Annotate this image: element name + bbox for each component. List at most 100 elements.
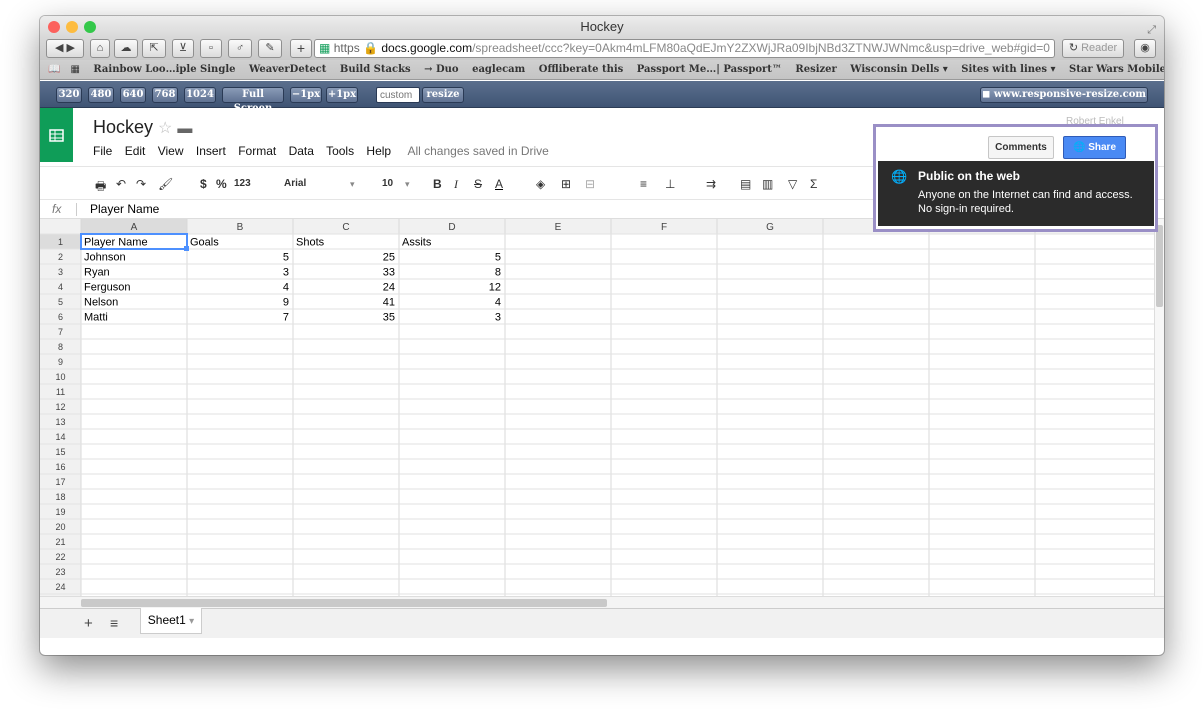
text-color-icon[interactable]: A [495,177,503,191]
horizontal-scroll-thumb[interactable] [81,599,607,607]
bookmark-icon[interactable]: ▫ [200,39,222,58]
back-forward-buttons[interactable]: ◀ ▶ [46,39,84,58]
zoom-window-button[interactable] [84,21,96,33]
chart-icon[interactable]: ▥ [762,177,773,191]
bookmark-item[interactable]: Passport Me…| Passport™ [637,64,782,75]
percent-format-button[interactable]: % [216,177,227,191]
sheet-tab[interactable]: Sheet1 ▾ [140,608,202,634]
vertical-scrollbar[interactable] [1154,219,1164,596]
menu-insert[interactable]: Insert [196,144,226,158]
column-header-E: E [555,222,562,233]
minus-1px-button[interactable]: −1px [290,87,322,103]
resize-button[interactable]: resize [422,87,464,103]
site-link[interactable]: ◼ www.responsive-resize.com [980,87,1148,103]
italic-icon[interactable]: I [454,177,458,192]
comment-icon[interactable]: ▤ [740,177,751,191]
menu-format[interactable]: Format [238,144,276,158]
bookmark-item[interactable]: Sites with lines ▾ [961,64,1055,75]
comments-button[interactable]: Comments [988,136,1054,159]
bookmark-item[interactable]: Rainbow Loo…iple Single [93,64,235,75]
cell-grid[interactable]: ABCDEFGHIJ123456789101112131415161718192… [40,219,1154,596]
print-icon[interactable]: 🖶 [95,177,106,198]
reader-button[interactable]: ↻ Reader [1062,39,1124,58]
formula-input[interactable]: Player Name [90,200,159,219]
sheets-logo-icon[interactable] [40,108,73,162]
share-label: Share [1088,142,1117,153]
functions-icon[interactable]: Σ [810,177,817,191]
new-tab-icon[interactable]: + [290,39,312,58]
bookmark-item[interactable]: WeaverDetect [249,64,326,75]
menu-tools[interactable]: Tools [326,144,354,158]
font-size-dropdown[interactable]: 10 [382,178,393,189]
top-sites-icon[interactable]: ▦ [70,64,79,75]
fill-color-icon[interactable]: ◈ [536,177,545,191]
home-icon[interactable]: ⌂ [90,39,110,58]
vertical-align-icon[interactable]: ⊥ [665,177,675,191]
font-dropdown[interactable]: Arial [284,178,306,189]
menu-help[interactable]: Help [366,144,391,158]
share-page-icon[interactable]: ⇱ [142,39,166,58]
user-icon[interactable]: ◉ [1134,39,1156,58]
folder-icon[interactable]: ▬ [177,120,192,137]
extension-icon[interactable]: ♂ [228,39,252,58]
strikethrough-icon[interactable]: S [474,177,482,191]
reload-icon[interactable]: ↻ [1069,42,1078,54]
bookmark-item[interactable]: Resizer [795,64,836,75]
resize-480-button[interactable]: 480 [88,87,114,103]
custom-size-input[interactable] [376,87,420,103]
bookmark-item[interactable]: Wisconsin Dells ▾ [850,64,947,75]
merge-cells-icon[interactable]: ⊟ [585,177,595,191]
bold-icon[interactable]: B [433,177,442,191]
row-header-22: 22 [55,552,65,562]
address-bar[interactable]: ▦ https 🔒 docs.google.com/spreadsheet/cc… [314,39,1055,58]
resize-320-button[interactable]: 320 [56,87,82,103]
chevron-down-icon[interactable]: ▾ [189,616,194,627]
redo-icon[interactable]: ↷ [136,177,146,191]
cell-value: 24 [383,282,395,294]
paint-format-icon[interactable]: 🖌 [158,177,173,191]
bookmark-item[interactable]: Star Wars Mobile ▾ [1069,64,1164,75]
menu-file[interactable]: File [93,144,112,158]
menu-data[interactable]: Data [289,144,314,158]
chevron-down-icon[interactable]: ▾ [405,179,410,190]
resize-768-button[interactable]: 768 [152,87,178,103]
number-format-dropdown[interactable]: 123 [234,178,251,189]
cell-value: 7 [283,312,289,324]
cell-value: Ferguson [84,282,130,294]
doc-title-area: Hockey ☆ ▬ [93,117,192,138]
tool-icon[interactable]: ✎ [258,39,282,58]
cloud-icon[interactable]: ☁ [114,39,138,58]
resize-1024-button[interactable]: 1024 [184,87,216,103]
chevron-down-icon[interactable]: ▾ [350,179,355,190]
cell-value: 5 [283,252,289,264]
resize-640-button[interactable]: 640 [120,87,146,103]
borders-icon[interactable]: ⊞ [561,177,571,191]
reading-list-icon[interactable]: 📖 [48,64,60,75]
align-icon[interactable]: ≡ [640,177,647,191]
minimize-window-button[interactable] [66,21,78,33]
wrap-text-icon[interactable]: ⇉ [706,177,716,191]
bookmark-item[interactable]: eaglecam [472,64,525,75]
undo-icon[interactable]: ↶ [116,177,126,191]
close-window-button[interactable] [48,21,60,33]
inbox-icon[interactable]: ⊻ [172,39,194,58]
plus-1px-button[interactable]: +1px [326,87,358,103]
all-sheets-icon[interactable]: ≡ [110,615,118,631]
cell-value: 9 [283,297,289,309]
bookmark-item[interactable]: → Duo [424,64,458,75]
menu-edit[interactable]: Edit [125,144,146,158]
column-header-G: G [766,222,774,233]
bookmark-item[interactable]: Offliberate this [539,64,624,75]
add-sheet-icon[interactable]: + [84,615,93,632]
horizontal-scrollbar[interactable] [40,596,1164,608]
browser-toolbar: ◀ ▶ ⌂ ☁ ⇱ ⊻ ▫ ♂ ✎ + ▦ https 🔒 docs.googl… [40,38,1164,60]
star-icon[interactable]: ☆ [158,120,172,137]
share-button[interactable]: 🌐 Share [1063,136,1126,159]
menu-view[interactable]: View [158,144,184,158]
currency-format-button[interactable]: $ [200,177,207,191]
full-screen-button[interactable]: Full Screen [222,87,284,114]
doc-title[interactable]: Hockey [93,117,153,137]
filter-icon[interactable]: ▽ [788,177,797,191]
bookmark-item[interactable]: Build Stacks [340,64,411,75]
vertical-scroll-thumb[interactable] [1156,225,1163,307]
